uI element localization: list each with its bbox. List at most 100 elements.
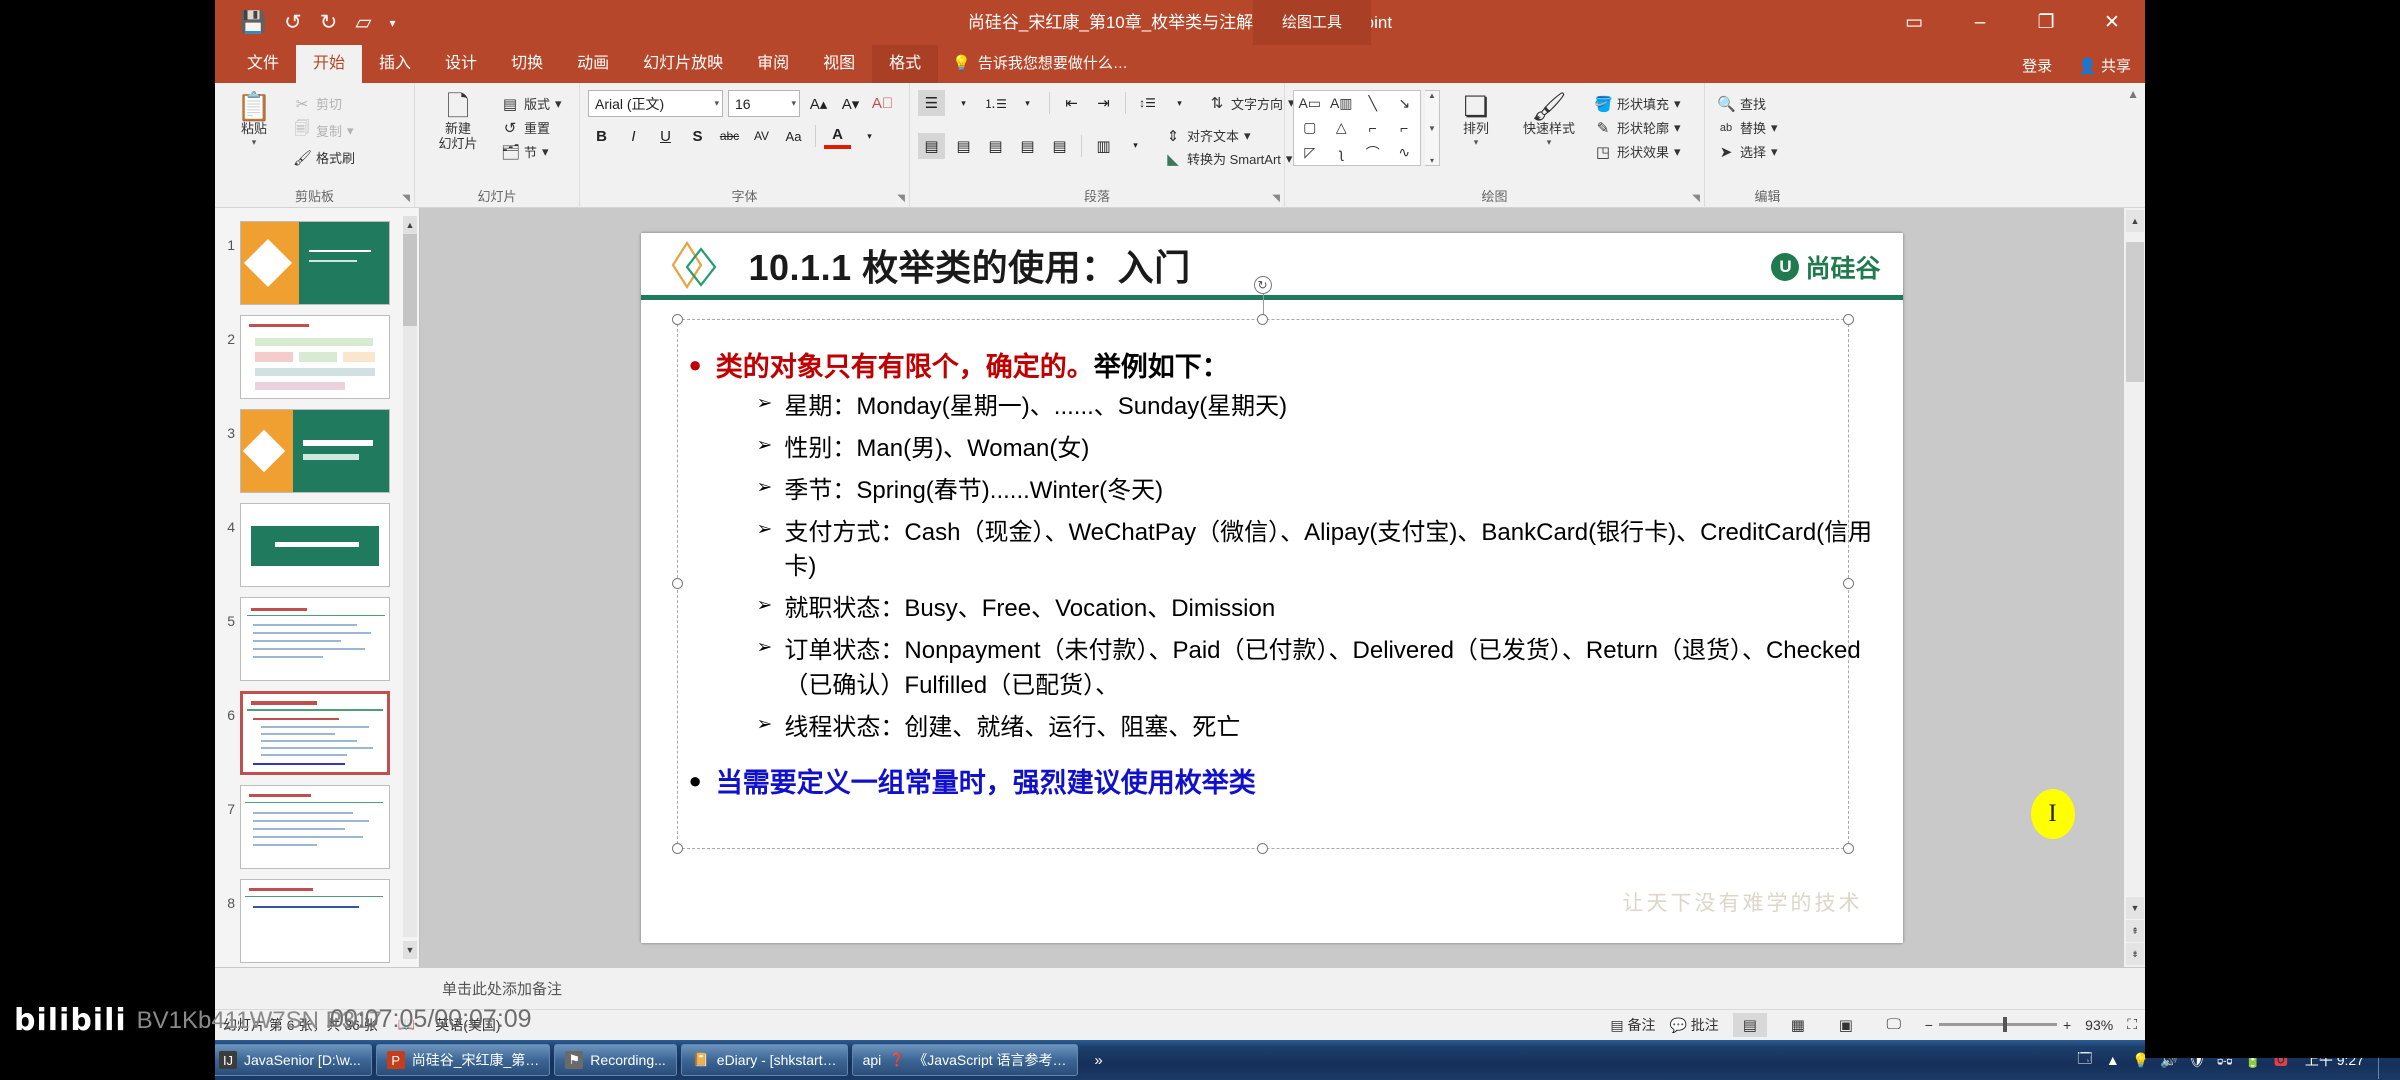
align-left-button[interactable]: ▤ — [918, 132, 945, 159]
rotate-handle-icon[interactable]: ↻ — [1253, 275, 1272, 294]
zoom-slider[interactable]: − + — [1925, 1017, 2071, 1033]
columns-button[interactable]: ▥ — [1090, 133, 1117, 159]
thumbnail-image[interactable] — [240, 691, 390, 775]
tab-slideshow[interactable]: 幻灯片放映 — [626, 45, 740, 83]
shape-effects-button[interactable]: ◳ 形状效果 ▾ — [1590, 141, 1685, 162]
convert-to-smartart-button[interactable]: ◣ 转换为 SmartArt ▾ — [1160, 148, 1296, 169]
columns-caret-icon[interactable]: ▾ — [1122, 133, 1149, 159]
shape-callout-icon[interactable]: ◸ — [1294, 140, 1326, 165]
shapes-gallery[interactable]: A▭ A▥ ╲ ↘ ▢ △ ⌐ ⌐ ◸ ʅ ⌒ ∿ — [1293, 90, 1421, 166]
numbering-caret-icon[interactable]: ▾ — [1014, 90, 1041, 116]
comments-toggle-button[interactable]: 💬 批注 — [1669, 1015, 1718, 1035]
text-shadow-button[interactable]: S — [684, 123, 711, 149]
thumbnail-item-selected[interactable]: 6 — [215, 686, 419, 780]
italic-button[interactable]: I — [620, 123, 647, 149]
strikethrough-button[interactable]: abc — [716, 123, 743, 149]
shape-elbow-connector-icon[interactable]: ⌐ — [1357, 116, 1389, 141]
layout-button[interactable]: ▤ 版式 ▾ — [497, 93, 566, 114]
taskbar-item-ediary[interactable]: 📔 eDiary - [shkstart… — [680, 1044, 848, 1076]
reset-button[interactable]: ↺ 重置 — [497, 117, 566, 138]
thumbnail-image[interactable] — [240, 315, 390, 399]
font-size-combo[interactable]: 16 ▾ — [728, 90, 800, 117]
scroll-up-icon[interactable]: ▲ — [2126, 210, 2144, 232]
tab-view[interactable]: 视图 — [806, 45, 872, 83]
slide-vertical-scrollbar[interactable]: ▲ ▼ ⇞ ⇟ — [2123, 208, 2145, 967]
tab-review[interactable]: 审阅 — [740, 45, 806, 83]
copy-button[interactable]: 🗐 复制 ▾ — [289, 117, 359, 144]
share-button[interactable]: 👤 共享 — [2078, 55, 2131, 76]
taskbar-item-javasenior[interactable]: IJ JavaSenior [D:\w... — [208, 1044, 372, 1076]
font-color-button[interactable]: A — [824, 123, 851, 149]
underline-button[interactable]: U — [652, 123, 679, 149]
shapes-more-icon[interactable]: ▾ — [1430, 156, 1434, 165]
section-button[interactable]: 🗂 节 ▾ — [497, 141, 566, 162]
next-slide-icon[interactable]: ⇟ — [2126, 943, 2144, 965]
shape-textbox-icon[interactable]: A▭ — [1294, 91, 1326, 116]
thumbnail-item[interactable]: 5 — [215, 592, 419, 686]
zoom-in-button[interactable]: + — [2063, 1017, 2071, 1033]
distribute-button[interactable]: ▤ — [1046, 133, 1073, 159]
previous-slide-icon[interactable]: ⇞ — [2126, 920, 2144, 942]
resize-handle-bc[interactable] — [1256, 842, 1268, 854]
resize-handle-tr[interactable] — [1842, 313, 1854, 325]
taskbar-item-powerpoint[interactable]: P 尚硅谷_宋红康_第… — [375, 1044, 551, 1076]
tab-design[interactable]: 设计 — [428, 45, 494, 83]
tab-home[interactable]: 开始 — [296, 45, 363, 83]
thumbnail-item[interactable]: 2 — [215, 310, 419, 404]
find-button[interactable]: 🔍 查找 — [1713, 93, 1782, 114]
scroll-knob[interactable] — [2126, 242, 2144, 382]
select-button[interactable]: ➤ 选择 ▾ — [1713, 141, 1782, 162]
shape-elbow-arrow-icon[interactable]: ⌐ — [1389, 116, 1421, 141]
resize-handle-ml[interactable] — [671, 577, 683, 589]
ribbon-display-options-icon[interactable]: ▭ — [1881, 0, 1947, 45]
shapes-scroll-up-icon[interactable]: ▲ — [1428, 91, 1436, 100]
align-center-button[interactable]: ▤ — [950, 133, 977, 159]
minimize-button[interactable]: – — [1947, 0, 2013, 45]
zoom-track[interactable] — [1938, 1017, 2057, 1032]
zoom-out-button[interactable]: − — [1925, 1017, 1933, 1033]
replace-button[interactable]: ab 替换 ▾ — [1713, 117, 1782, 138]
thumbnail-scroll-up-icon[interactable]: ▲ — [403, 216, 417, 234]
decrease-indent-button[interactable]: ⇤ — [1058, 90, 1085, 116]
resize-handle-tl[interactable] — [671, 313, 683, 325]
collapse-ribbon-icon[interactable]: ▲ — [2127, 87, 2139, 101]
change-case-button[interactable]: Aa — [780, 123, 807, 149]
thumbnail-scrollbar[interactable] — [403, 216, 417, 937]
drawing-dialog-launcher[interactable]: ◥ — [1692, 193, 1700, 204]
format-painter-button[interactable]: 🖌 格式刷 — [289, 147, 359, 168]
slide[interactable]: 10.1.1 枚举类的使用：入门 U 尚硅谷 ↻ ● 类的对象只有有限个，确定的… — [640, 232, 2075, 943]
fit-slide-button[interactable]: ⛶ — [2127, 1016, 2137, 1033]
align-text-button[interactable]: ⇕ 对齐文本 ▾ — [1160, 125, 1296, 146]
thumbnail-item[interactable]: 7 — [215, 780, 419, 874]
taskbar-item-javascript-ref[interactable]: api ❓ 《JavaScript 语言参考… — [851, 1044, 1078, 1076]
shapes-scroll-down-icon[interactable]: ▼ — [1428, 124, 1436, 133]
shape-freeform-icon[interactable]: ʅ — [1326, 140, 1358, 165]
zoom-knob[interactable] — [2002, 1017, 2007, 1032]
justify-button[interactable]: ▤ — [1014, 133, 1041, 159]
tab-format[interactable]: 格式 — [872, 45, 939, 83]
shape-triangle-icon[interactable]: △ — [1326, 116, 1358, 141]
decrease-font-size-button[interactable]: A▾ — [837, 91, 864, 117]
bold-button[interactable]: B — [588, 123, 615, 149]
resize-handle-bl[interactable] — [671, 842, 683, 854]
close-button[interactable]: ✕ — [2079, 0, 2145, 45]
slide-thumbnail-pane[interactable]: 1 2 3 4 5 6 7 8 ▲ ▼ — [215, 208, 420, 967]
clipboard-dialog-launcher[interactable]: ◥ — [402, 193, 410, 204]
view-slideshow-button[interactable]: 🖵 — [1877, 1013, 1911, 1037]
shape-line-icon[interactable]: ╲ — [1357, 91, 1389, 116]
font-dialog-launcher[interactable]: ◥ — [897, 193, 905, 204]
cut-button[interactable]: ✂ 剪切 — [289, 93, 359, 114]
font-name-combo[interactable]: Arial (正文) ▾ — [588, 90, 723, 117]
increase-indent-button[interactable]: ⇥ — [1090, 90, 1117, 116]
thumbnail-scroll-down-icon[interactable]: ▼ — [403, 941, 417, 959]
tab-insert[interactable]: 插入 — [362, 45, 428, 83]
thumbnail-image[interactable] — [240, 879, 390, 963]
thumbnail-item[interactable]: 3 — [215, 404, 419, 498]
paste-button[interactable]: 📋 粘贴 ▾ — [223, 90, 285, 147]
notes-toggle-button[interactable]: ▤ 备注 — [1610, 1015, 1655, 1035]
shape-arc-icon[interactable]: ⌒ — [1357, 140, 1389, 165]
shapes-gallery-scrollbar[interactable]: ▲ ▼ ▾ — [1425, 90, 1440, 166]
line-spacing-button[interactable]: ↕☰ — [1134, 90, 1161, 116]
character-spacing-button[interactable]: AV — [748, 123, 775, 149]
tell-me-box[interactable]: 💡 告诉我您想要做什么… — [938, 45, 1142, 83]
